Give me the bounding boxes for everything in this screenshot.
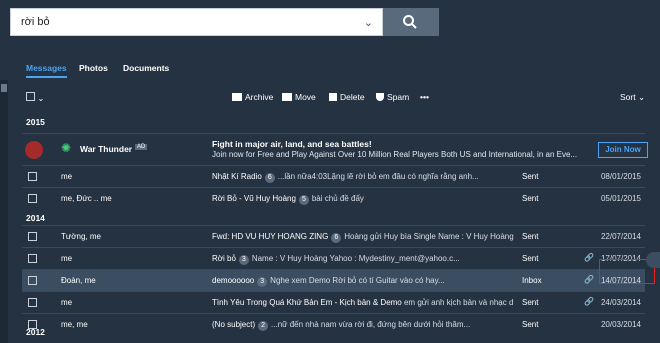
section-2015: 2015	[26, 117, 45, 127]
search-input[interactable]: rời bỏ ⌄	[10, 8, 383, 36]
row-checkbox[interactable]	[28, 276, 37, 285]
row-from: me, Đức .. me	[61, 194, 112, 203]
row-folder: Sent	[522, 194, 539, 203]
spam-button[interactable]: Spam	[376, 92, 409, 102]
table-row[interactable]: me Rời bỏ 3 Name : V Huy Hoàng Yahoo : Myd…	[22, 247, 645, 269]
table-row[interactable]: me Nhật Kí Radio 6 ...lần nữa4:03Lặng lẽ r…	[22, 165, 645, 187]
sort-button[interactable]: Sort ⌄	[620, 92, 645, 103]
side-handle[interactable]	[646, 252, 660, 268]
row-subject: (No subject) 2 ...nữ đến nhà nam vừa rời đ…	[212, 320, 471, 331]
paperclip-icon: 🔗	[584, 297, 594, 306]
row-date: 24/03/2014	[600, 298, 641, 307]
row-subject: Rời Bỏ - Vũ Huy Hoàng 5 bài chủ đề đấy	[212, 194, 364, 205]
toolbar: ⌄ Archive Move Delete Spam ••• Sort ⌄	[22, 88, 645, 108]
row-date: 22/07/2014	[600, 232, 641, 241]
row-folder: Sent	[522, 232, 539, 241]
row-subject: Fwd: HD VU HUY HOANG ZING 6 Hoàng gửi Huy …	[212, 232, 514, 243]
row-subject: Tình Yêu Trong Quá Khứ Bản Em - Kịch bản…	[212, 298, 514, 307]
row-date: 20/03/2014	[600, 320, 641, 329]
tab-documents[interactable]: Documents	[123, 63, 169, 73]
ad-body: Join now for Free and Play Against Over …	[212, 150, 578, 159]
shield-icon	[376, 93, 384, 101]
row-subject: Rời bỏ 3 Name : V Huy Hoàng Yahoo : Mydest…	[212, 254, 460, 265]
row-checkbox[interactable]	[28, 172, 37, 181]
ad-row[interactable]: ✺ War Thunder AD Fight in major air, lan…	[22, 133, 648, 165]
select-all-checkbox[interactable]: ⌄	[26, 92, 44, 104]
row-checkbox[interactable]	[28, 194, 37, 203]
table-row[interactable]: me, me (No subject) 2 ...nữ đến nhà nam vừ…	[22, 313, 645, 335]
table-row[interactable]: me Tình Yêu Trong Quá Khứ Bản Em - Kịch …	[22, 291, 645, 313]
ad-headline: Fight in major air, land, and sea battle…	[212, 139, 372, 149]
row-folder: Sent	[522, 254, 539, 263]
archive-icon	[232, 93, 242, 101]
search-icon	[403, 15, 417, 29]
row-subject: demoooooo 3 Nghe xem Demo Rời bỏ có tí Gui…	[212, 276, 445, 287]
paperclip-icon: 🔗	[584, 275, 594, 284]
row-checkbox[interactable]	[28, 254, 37, 263]
row-from: Đoàn, me	[61, 276, 96, 285]
ad-brand-icon: ✺	[61, 141, 72, 155]
scrollbar[interactable]	[0, 80, 8, 343]
delete-button[interactable]: Delete	[329, 92, 365, 102]
tab-photos[interactable]: Photos	[79, 63, 108, 73]
row-from: me, me	[61, 320, 88, 329]
chevron-down-icon[interactable]: ⌄	[364, 16, 373, 29]
row-folder: Sent	[522, 172, 539, 181]
row-folder: Inbox	[522, 276, 542, 285]
table-row[interactable]: me, Đức .. me Rời Bỏ - Vũ Huy Hoàng 5 bài …	[22, 187, 645, 209]
search-button[interactable]	[383, 8, 439, 36]
join-now-button[interactable]: Join Now	[598, 142, 648, 158]
row-checkbox[interactable]	[28, 232, 37, 241]
row-date: 08/01/2015	[600, 172, 641, 181]
trash-icon	[329, 93, 337, 101]
paperclip-icon: 🔗	[584, 253, 594, 262]
top-bar: rời bỏ ⌄	[0, 0, 660, 50]
folder-icon	[282, 93, 292, 101]
row-from: me	[61, 254, 73, 263]
section-2014: 2014	[26, 213, 45, 223]
row-from: me	[61, 298, 73, 307]
row-from: Tường, me	[61, 232, 101, 241]
ad-name: War Thunder	[80, 144, 133, 154]
search-query: rời bỏ	[21, 16, 50, 28]
tab-messages[interactable]: Messages	[26, 63, 67, 78]
row-subject: Nhật Kí Radio 6 ...lần nữa4:03Lặng lẽ rời …	[212, 172, 479, 183]
section-2012: 2012	[26, 327, 45, 337]
table-row[interactable]: Tường, me Fwd: HD VU HUY HOANG ZING 6 Hoàn…	[22, 225, 645, 247]
row-checkbox[interactable]	[28, 298, 37, 307]
move-button[interactable]: Move	[282, 92, 316, 102]
more-button[interactable]: •••	[420, 92, 429, 102]
ad-logo	[25, 141, 43, 159]
row-folder: Sent	[522, 298, 539, 307]
archive-button[interactable]: Archive	[232, 92, 273, 102]
table-row-selected[interactable]: Đoàn, me demoooooo 3 Nghe xem Demo Rời bỏ …	[22, 269, 645, 291]
row-folder: Sent	[522, 320, 539, 329]
ad-tag: AD	[135, 144, 148, 150]
tabs: Messages Photos Documents	[0, 58, 660, 82]
row-date: 05/01/2015	[600, 194, 641, 203]
row-from: me	[61, 172, 73, 181]
scrollbar-thumb[interactable]	[1, 84, 7, 92]
